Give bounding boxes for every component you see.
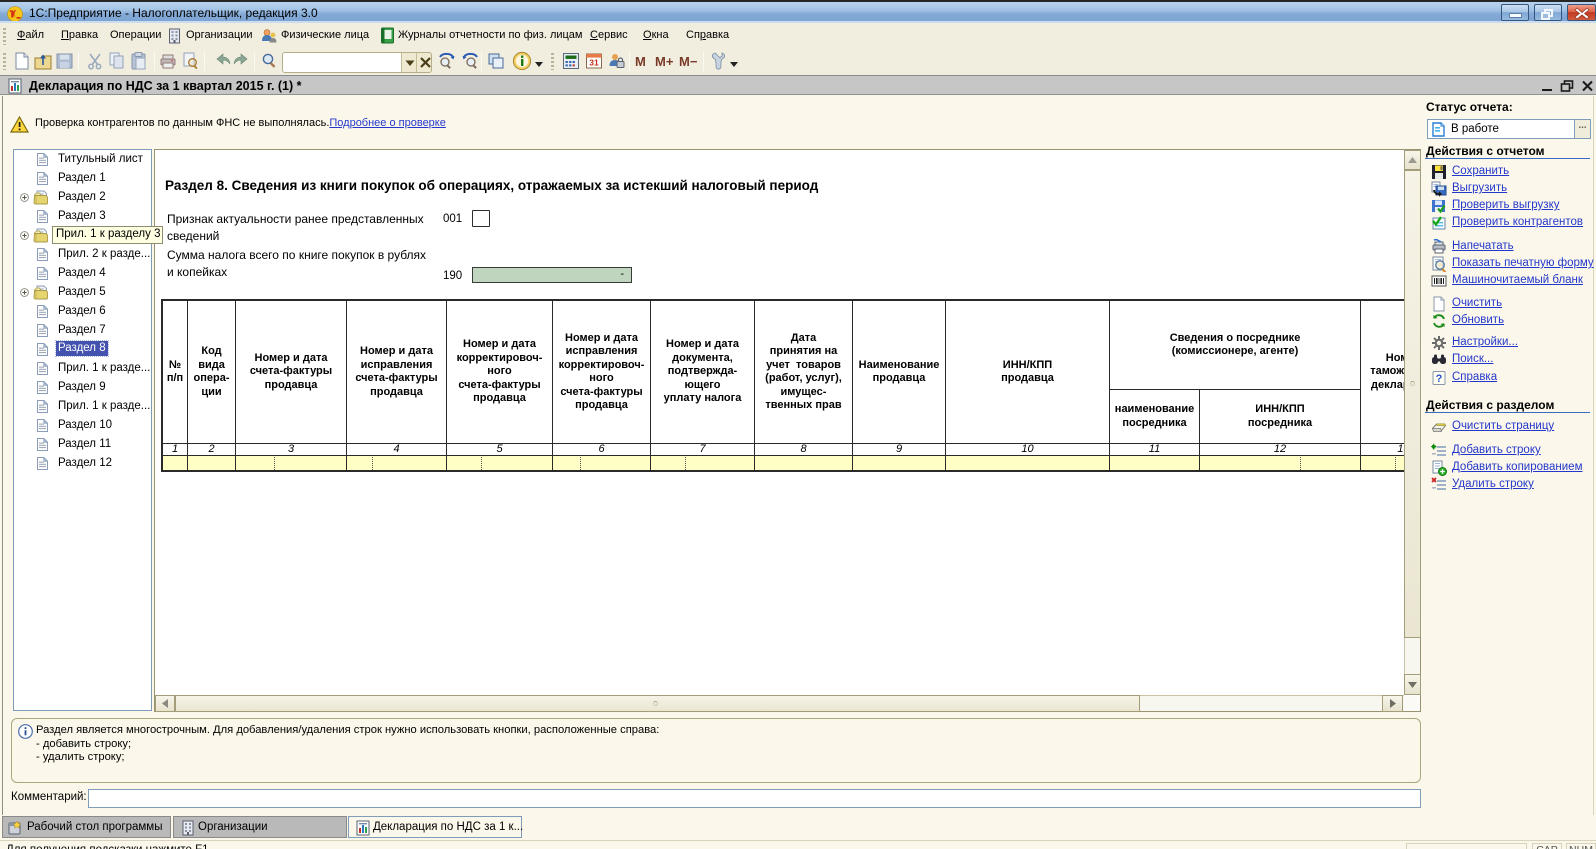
svg-text:31: 31 [589, 58, 599, 68]
svg-text:?: ? [1436, 373, 1443, 385]
